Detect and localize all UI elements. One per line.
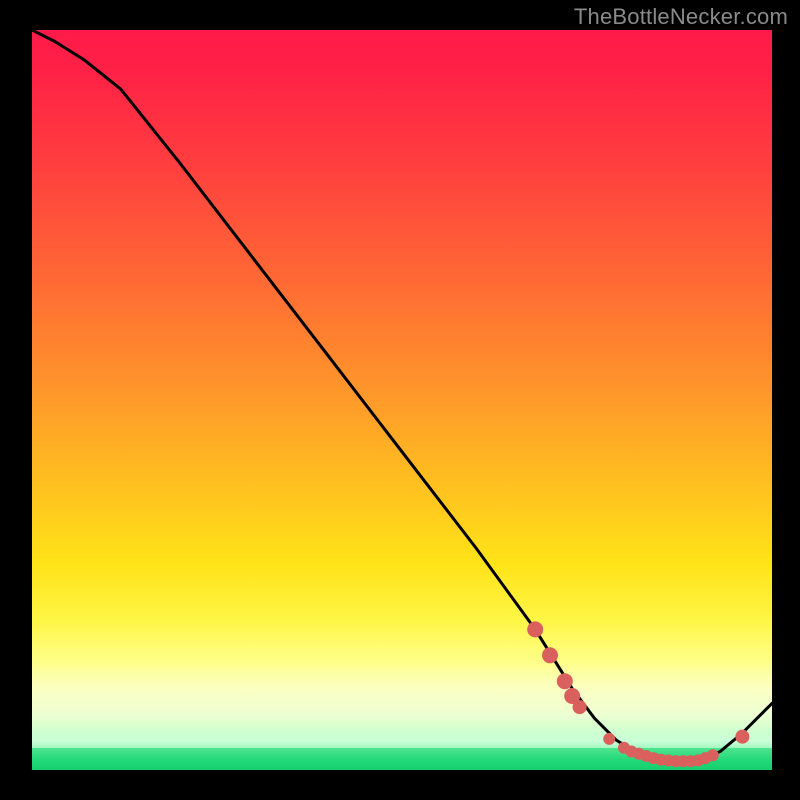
plot-area: [32, 30, 772, 770]
gradient-background: [32, 30, 772, 770]
watermark-text: TheBottleNecker.com: [574, 4, 788, 30]
chart-frame: TheBottleNecker.com: [0, 0, 800, 800]
green-band: [32, 748, 772, 770]
